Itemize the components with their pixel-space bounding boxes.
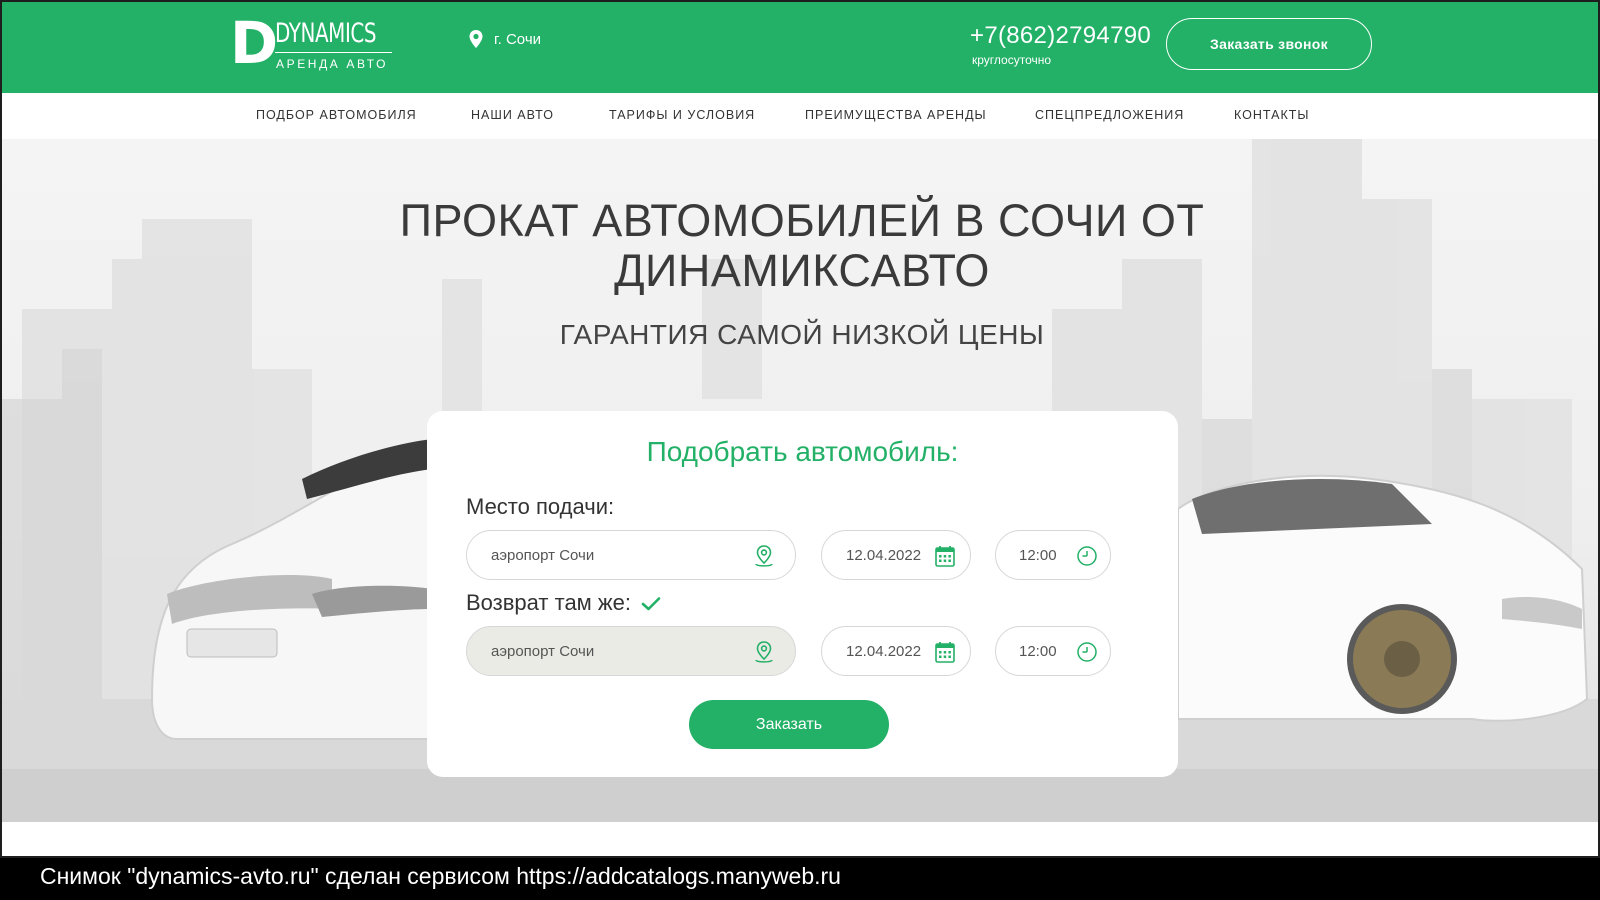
return-location-value: аэропорт Сочи [491,642,595,660]
site-header: D DYNAMICS АРЕНДА АВТО г. Сочи +7(862)27… [0,0,1600,93]
clock-icon [1077,546,1097,566]
return-location-label: Возврат там же: [466,590,661,616]
pickup-location-value: аэропорт Сочи [491,546,595,564]
booking-form-title: Подобрать автомобиль: [646,436,959,467]
return-location-input[interactable]: аэропорт Сочи [466,626,796,676]
request-callback-button[interactable]: Заказать звонок [1166,18,1372,70]
main-nav: ПОДБОР АВТОМОБИЛЯ НАШИ АВТО ТАРИФЫ И УСЛ… [0,93,1600,139]
logo-letter: D [230,9,279,77]
logo-divider [275,52,392,53]
nav-item-car-selection[interactable]: ПОДБОР АВТОМОБИЛЯ [256,108,417,122]
city-name: г. Сочи [494,30,542,48]
logo[interactable]: D DYNAMICS АРЕНДА АВТО [230,9,395,77]
return-same-checkmark-icon[interactable] [641,596,661,612]
calendar-icon [935,546,955,567]
hero-subtitle: ГАРАНТИЯ САМОЙ НИЗКОЙ ЦЕНЫ [559,319,1045,350]
page-bottom-strip [0,822,1600,858]
nav-item-contacts[interactable]: КОНТАКТЫ [1234,108,1309,122]
hero-title: ПРОКАТ АВТОМОБИЛЕЙ В СОЧИ ОТ ДИНАМИКСАВТ… [302,196,1302,296]
return-location-label-text: Возврат там же: [466,590,631,615]
car-booking-form: Подобрать автомобиль: Место подачи: аэро… [427,411,1178,777]
order-button[interactable]: Заказать [689,700,889,749]
phone-number[interactable]: +7(862)2794790 [970,22,1151,50]
city-selector[interactable]: г. Сочи [468,29,541,49]
screenshot-caption-text: Снимок "dynamics-avto.ru" сделан сервисо… [40,863,841,889]
calendar-icon [935,642,955,663]
nav-item-advantages[interactable]: ПРЕИМУЩЕСТВА АРЕНДЫ [805,108,987,122]
return-time-value: 12:00 [1019,642,1057,660]
return-time-input[interactable]: 12:00 [995,626,1111,676]
pickup-time-input[interactable]: 12:00 [995,530,1111,580]
logo-subtitle: АРЕНДА АВТО [276,57,389,71]
nav-item-special-offers[interactable]: СПЕЦПРЕДЛОЖЕНИЯ [1035,108,1184,122]
location-pin-icon [469,30,483,48]
pickup-location-input[interactable]: аэропорт Сочи [466,530,796,580]
logo-name: DYNAMICS [275,18,377,49]
map-pin-icon [755,545,773,567]
return-date-input[interactable]: 12.04.2022 [821,626,971,676]
nav-item-our-cars[interactable]: НАШИ АВТО [471,108,554,122]
return-date-value: 12.04.2022 [846,642,922,660]
pickup-location-label: Место подачи: [466,494,615,519]
clock-icon [1077,642,1097,662]
pickup-time-value: 12:00 [1019,546,1057,564]
hero-title-line-2: ДИНАМИКСАВТО [614,245,990,296]
screenshot-caption-bar: Снимок "dynamics-avto.ru" сделан сервисо… [0,822,1600,900]
hero-section: ПРОКАТ АВТОМОБИЛЕЙ В СОЧИ ОТ ДИНАМИКСАВТ… [0,139,1600,822]
hero-title-line-1: ПРОКАТ АВТОМОБИЛЕЙ В СОЧИ ОТ [399,195,1205,246]
map-pin-icon [755,641,773,663]
pickup-date-value: 12.04.2022 [846,546,922,564]
pickup-date-input[interactable]: 12.04.2022 [821,530,971,580]
nav-item-tariffs[interactable]: ТАРИФЫ И УСЛОВИЯ [609,108,755,122]
phone-hours-note: круглосуточно [972,53,1052,67]
